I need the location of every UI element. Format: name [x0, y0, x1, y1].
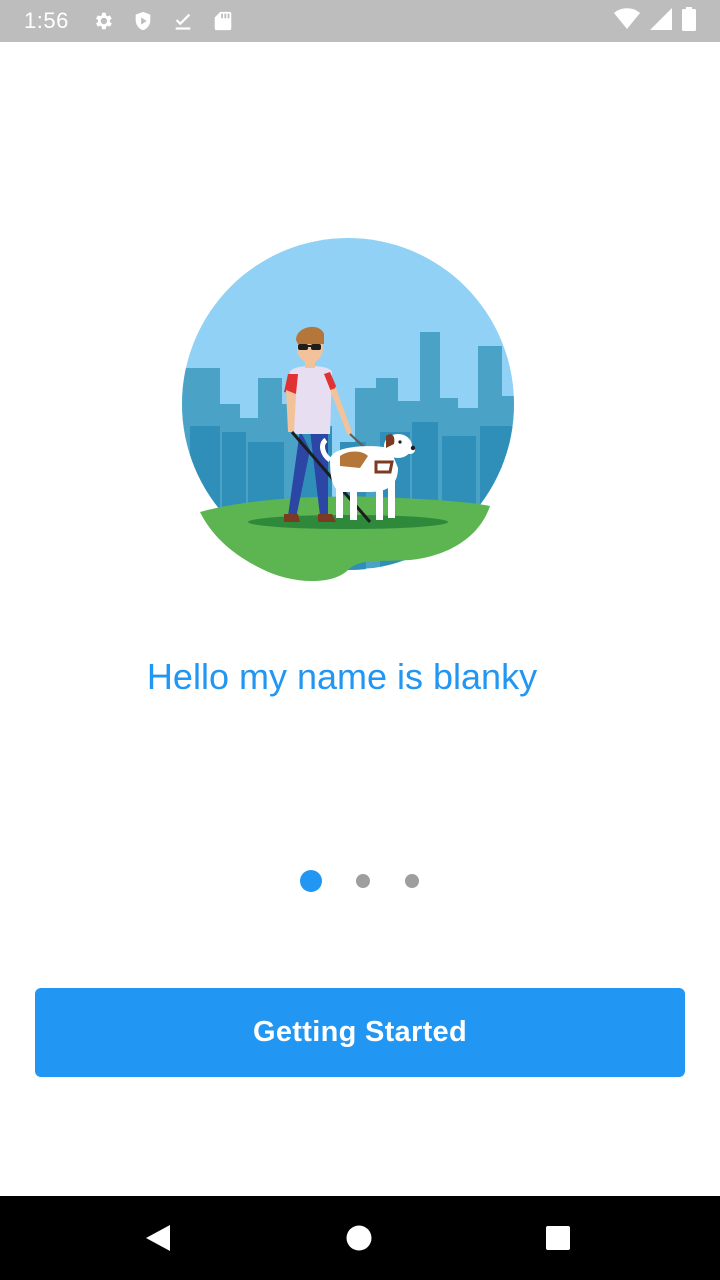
status-time: 1:56: [24, 8, 69, 33]
page-indicator: [0, 866, 720, 896]
signal-icon: [650, 7, 672, 35]
person-with-guide-dog-illustration: [180, 236, 520, 588]
page-dot[interactable]: [356, 874, 370, 888]
status-left-icons: [91, 9, 235, 33]
page-dot-active[interactable]: [300, 870, 322, 892]
recents-icon[interactable]: [536, 1216, 580, 1260]
sd-card-icon: [211, 9, 235, 33]
battery-icon: [682, 6, 696, 36]
page-dot[interactable]: [405, 874, 419, 888]
getting-started-button[interactable]: Getting Started: [35, 988, 685, 1077]
download-done-icon: [171, 9, 195, 33]
navigation-bar: [0, 1196, 720, 1280]
status-right-icons: [614, 6, 696, 36]
greeting-text: Hello my name is blanky: [146, 656, 538, 697]
gear-icon: [91, 9, 115, 33]
shield-icon: [131, 9, 155, 33]
status-bar: 1:56: [0, 0, 720, 42]
home-icon[interactable]: [337, 1216, 381, 1260]
back-icon[interactable]: [136, 1216, 180, 1260]
wifi-icon: [614, 7, 640, 35]
